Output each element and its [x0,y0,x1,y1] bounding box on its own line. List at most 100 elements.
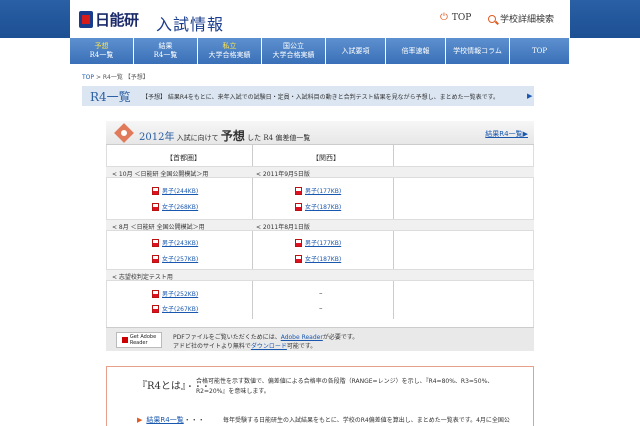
r4-table-header: 2012年 入試に向けて 予想 した R4 偏差値一覧 結果R4一覧▶ [106,121,534,145]
table-section-row: < 志望校判定テスト用 [106,269,534,281]
nav-tab-2[interactable]: 私立 大学合格実績 [198,38,262,64]
r4-results-link-row: ▶ 結果R4一覧 ・・・ [137,415,205,425]
nav-tab-4[interactable]: 入試要項 [326,38,386,64]
adobe-btn-line2: Reader [129,340,148,346]
nav-tab-3[interactable]: 国公立 大学合格実績 [262,38,326,64]
adobe-reader-link[interactable]: Adobe Reader [281,334,323,341]
r4-explanation-box: 『R4とは』・・・ 合格可能性を示す数値で、偏差値による合格率の各段階（RANG… [106,366,534,426]
nav-tab-sublabel: 大学合格実績 [208,51,251,59]
title-big: 予想 [220,129,245,143]
arrow-right-icon: ▶ [137,416,143,424]
pdf-icon [152,289,159,298]
pdf-link-label[interactable]: 女子(268KB) [162,202,198,211]
empty-cell-dash: – [319,289,323,297]
nav-tab-7[interactable]: TOP [510,38,570,64]
page-heading: R4一覧 【予想】 結果R4をもとに、来年入試での試験日・定員・入試科目の動きと… [82,86,534,106]
section-label-shuto: < 志望校判定テスト用 [112,274,173,281]
title-mid: 入試に向けて [174,134,221,142]
col-header-shuto: 【首都圏】 [166,154,201,162]
pdf-link-shuto[interactable]: 男子(243KB) [152,238,198,247]
pdf-icon [295,238,302,247]
pdf-link-kansai[interactable]: 女子(187KB) [295,254,341,263]
r4-link-dots: ・・・ [183,416,205,424]
scroll-arrow-icon[interactable]: ▶ [527,92,532,100]
nichinoken-logo-icon [79,10,93,28]
title-mid2: した R4 [244,134,276,142]
pdf-link-label[interactable]: 男子(243KB) [162,238,198,247]
pdf-icon [152,186,159,195]
pdf-icon [152,304,159,313]
site-title: 入試情報 [156,15,225,34]
pdf-link-kansai[interactable]: 男子(177KB) [295,186,341,195]
pdf-icon [152,238,159,247]
page-description: 【予想】 結果R4をもとに、来年入試での試験日・定員・入試科目の動きと合判テスト… [142,93,499,101]
school-search-label: 学校詳細検索 [500,15,555,25]
home-icon: ⏻ [440,12,448,23]
pdf-link-kansai[interactable]: 女子(187KB) [295,202,341,211]
nav-tab-label: 入試要項 [341,46,370,55]
get-adobe-reader-button[interactable]: Get Adobe Reader [116,332,162,348]
pdf-link-shuto[interactable]: 男子(244KB) [152,186,198,195]
pdf-link-kansai[interactable]: 男子(177KB) [295,238,341,247]
pdf-link-label[interactable]: 男子(177KB) [305,238,341,247]
top-link[interactable]: ⏻ TOP [440,12,471,23]
main-nav: 予想 R4一覧 結果 R4一覧 私立 大学合格実績 国公立 大学合格実績 入試要項 倍率速報 学校情… [70,38,570,64]
nav-tab-label: 倍率速報 [401,46,430,55]
nav-tab-5[interactable]: 倍率速報 [386,38,446,64]
page: 日能研 入試情報 ⏻ TOP 学校詳細検索 予想 R4一覧 結果 R4一覧 私立 大学合格… [0,0,640,426]
breadcrumb-current: R4一覧 【予想】 [102,74,149,81]
nav-tab-label: 国公立 [283,42,304,50]
adobe-line-1: PDFファイルをご覧いただくためには、Adobe Readerが必要です。 [173,332,358,341]
pdf-link-shuto[interactable]: 女子(268KB) [152,202,198,211]
nav-tab-label: 学校情報コラム [453,46,502,55]
pdf-link-label[interactable]: 女子(187KB) [305,202,341,211]
search-icon [488,14,496,23]
logo[interactable]: 日能研 [79,9,139,29]
adobe-line1-pre: PDFファイルをご覧いただくためには、 [173,334,281,341]
pdf-link-label[interactable]: 男子(244KB) [162,186,198,195]
pdf-link-shuto[interactable]: 女子(267KB) [152,304,198,313]
section-label-shuto: < 8月 ＜日能研 全国公開模試＞用 [112,224,205,231]
school-search-link[interactable]: 学校詳細検索 [488,12,554,25]
nav-tab-6[interactable]: 学校情報コラム [446,38,510,64]
pdf-icon [152,202,159,211]
adobe-line1-post: が必要です。 [322,334,359,341]
r4-results-description: 毎年受験する日能研生の入試結果をもとに、学校のR4偏差値を算出し、まとめた一覧表… [223,417,510,424]
r4-table-title: 2012年 入試に向けて 予想 した R4 偏差値一覧 [139,127,310,144]
nav-tab-sublabel: R4一覧 [153,51,178,59]
pdf-link-shuto[interactable]: 女子(257KB) [152,254,198,263]
breadcrumb-top-link[interactable]: TOP [82,74,94,81]
nav-tab-0[interactable]: 予想 R4一覧 [70,38,134,64]
table-section-row: < 10月 ＜日能研 全国公開模試＞用 < 2011年9月5日版 [106,166,534,178]
adobe-line2-post: 可能です。 [286,343,317,350]
nav-tab-sublabel: 大学合格実績 [272,51,315,59]
pdf-link-label[interactable]: 女子(187KB) [305,254,341,263]
pdf-icon [295,186,302,195]
pdf-link-label[interactable]: 女子(267KB) [162,304,198,313]
download-link[interactable]: ダウンロード [251,343,287,350]
pdf-link-shuto[interactable]: 男子(252KB) [152,289,198,298]
nav-tab-label: TOP [531,46,548,55]
adobe-reader-notice: Get Adobe Reader PDFファイルをご覧いただくためには、Adob… [106,327,534,351]
results-r4-list-link[interactable]: 結果R4一覧▶ [485,129,528,139]
adobe-line-2: アドビ社のサイトより無料でダウンロード可能です。 [173,341,316,350]
pdf-link-label[interactable]: 男子(177KB) [305,186,341,195]
nav-tab-label: 予想 [94,42,109,50]
breadcrumb-separator: > [95,74,101,81]
section-label-shuto: < 10月 ＜日能研 全国公開模試＞用 [112,171,209,178]
section-label-kansai: < 2011年8月1日版 [256,224,310,231]
title-end: 偏差値一覧 [275,134,311,142]
page-title: R4一覧 [90,89,131,104]
pdf-link-label[interactable]: 女子(257KB) [162,254,198,263]
header: 日能研 入試情報 ⏻ TOP 学校詳細検索 [0,0,640,38]
top-link-label: TOP [451,12,472,23]
nav-tab-1[interactable]: 結果 R4一覧 [134,38,198,64]
empty-cell-dash: – [319,304,323,312]
diamond-icon [114,123,134,143]
nav-tab-label: 結果 [158,42,173,50]
pdf-link-label[interactable]: 男子(252KB) [162,289,198,298]
adobe-line2-pre: アドビ社のサイトより無料で [173,343,251,350]
r4-results-link[interactable]: 結果R4一覧 [146,415,183,425]
r4-description: 合格可能性を示す数値で、偏差値による合格率の各段階（RANGE=レンジ）を示し、… [196,378,494,395]
pdf-icon [152,254,159,263]
